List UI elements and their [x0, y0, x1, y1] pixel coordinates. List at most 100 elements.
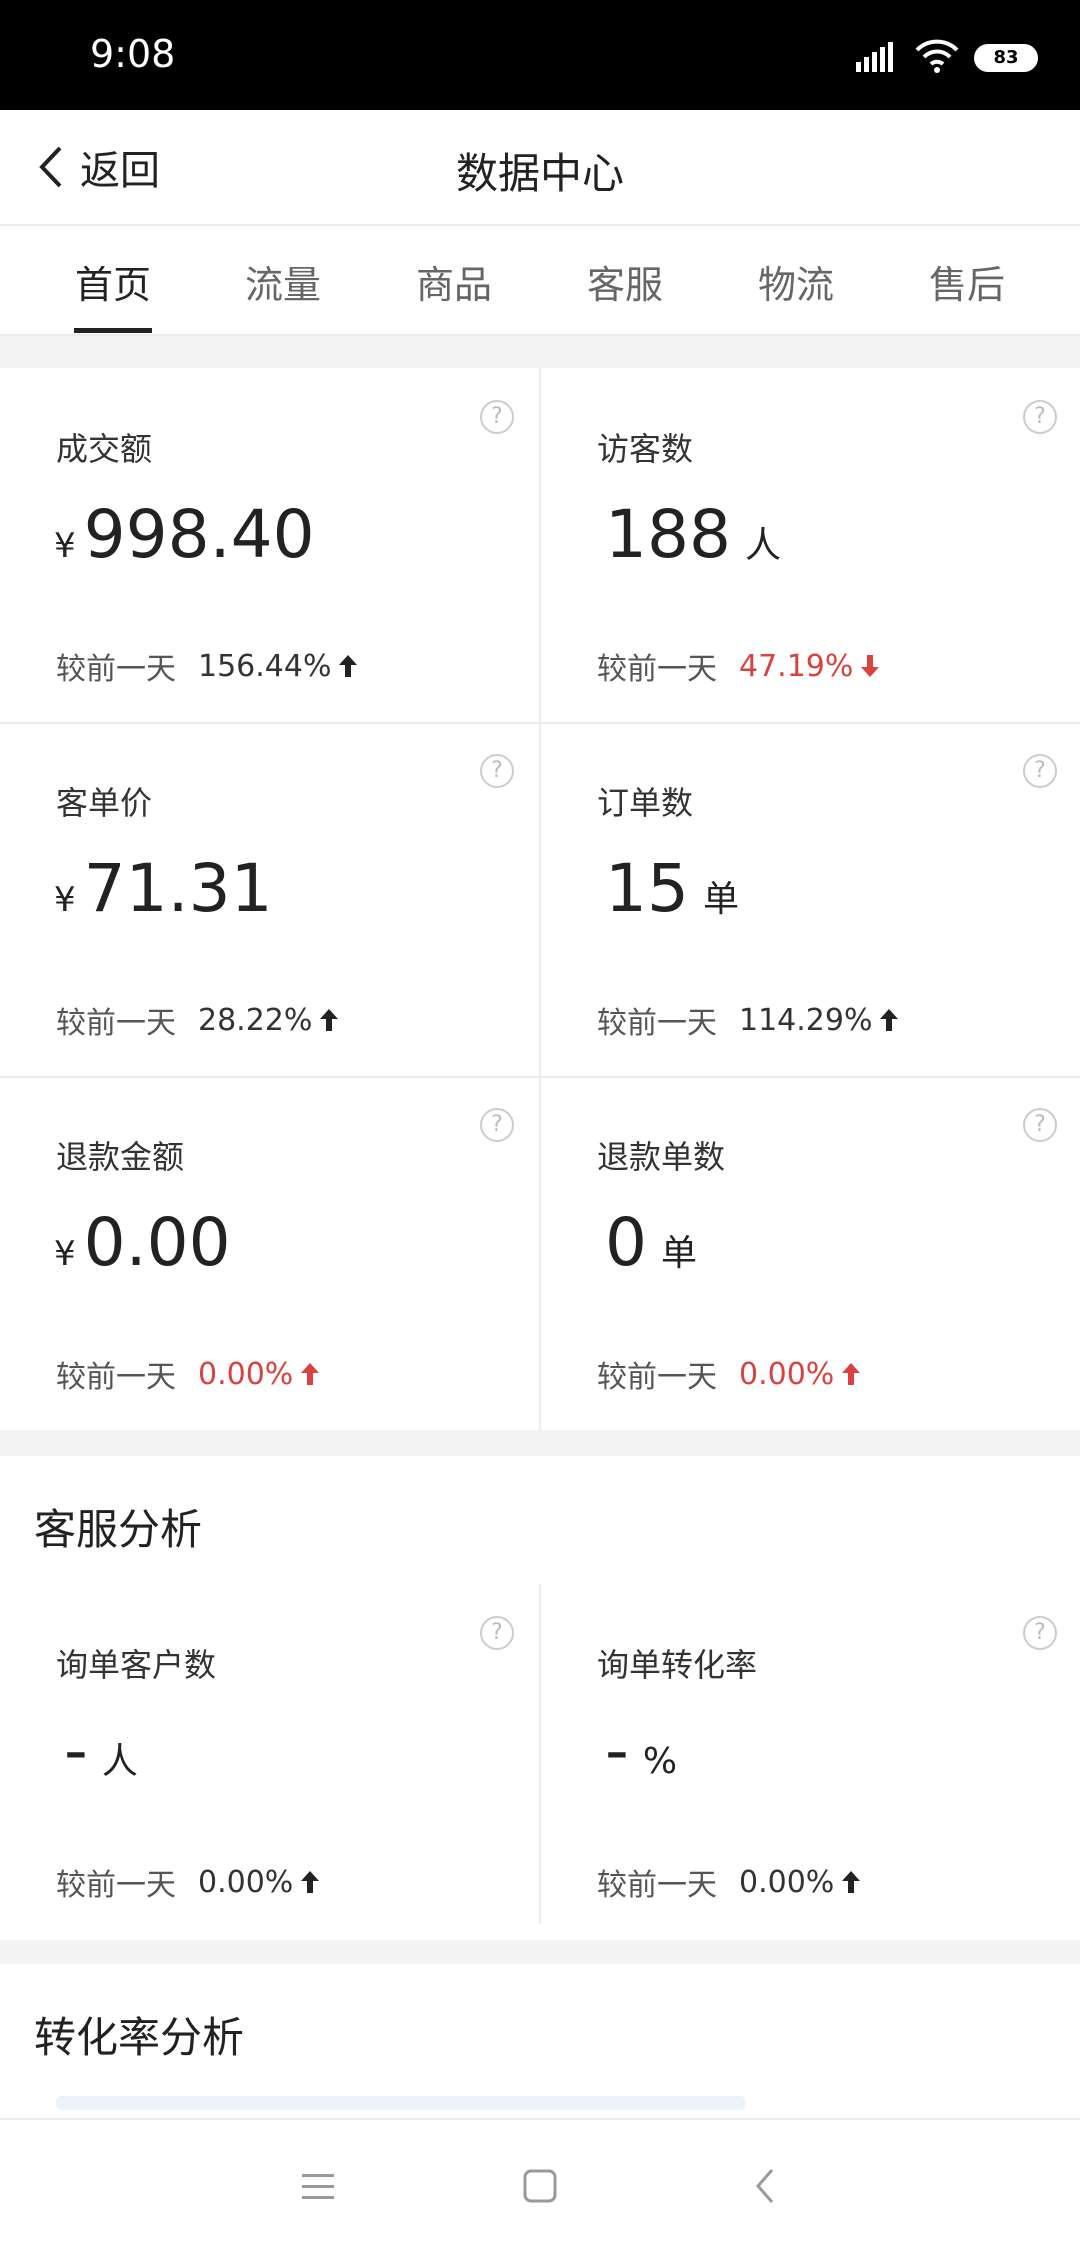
arrow-up-icon: [842, 1871, 861, 1893]
currency-symbol: ¥: [54, 1234, 76, 1274]
column-divider: [539, 1584, 541, 1924]
section-title: 转化率分析: [34, 2013, 245, 2062]
metric-label: 退款单数: [597, 1138, 726, 1176]
metric-unit: 人: [101, 1741, 138, 1782]
tab-bar: 首页 流量 商品 客服 物流 售后: [0, 226, 1080, 336]
system-nav-bar: [0, 2118, 1080, 2250]
metric-unit: %: [642, 1741, 678, 1782]
compare-row: 较前一天 47.19%: [597, 644, 881, 688]
metric-value: 15 单: [605, 850, 739, 930]
metric-value: 188 人: [605, 496, 781, 576]
metric-number: 71.31: [83, 850, 273, 927]
help-icon[interactable]: ?: [1023, 1108, 1057, 1142]
change-percent: 0.00%: [739, 1864, 835, 1900]
compare-label: 较前一天: [597, 652, 717, 687]
compare-row: 较前一天 0.00%: [56, 1860, 321, 1904]
compare-row: 较前一天 114.29%: [597, 998, 900, 1042]
metric-label: 访客数: [597, 430, 694, 468]
compare-label: 较前一天: [56, 652, 176, 687]
tab-after-sales[interactable]: 售后: [887, 254, 1047, 309]
metric-card: 退款单数? 0 单较前一天 0.00%: [541, 1076, 1080, 1430]
tab-home[interactable]: 首页: [33, 254, 193, 309]
metric-number: 0: [605, 1204, 647, 1281]
change-percent: 156.44%: [198, 648, 332, 684]
metric-unit: 单: [661, 1233, 698, 1274]
home-icon[interactable]: [510, 2156, 570, 2216]
status-time: 9:08: [90, 32, 176, 76]
change-percent: 0.00%: [739, 1356, 835, 1392]
change-percent: 114.29%: [739, 1002, 873, 1038]
service-section: 客服分析 询单客户数? - 人较前一天 0.00% 询单转化率? -% 较前一天 0.00%: [0, 1456, 1080, 1940]
currency-symbol: ¥: [54, 880, 76, 920]
help-icon[interactable]: ?: [480, 1616, 514, 1650]
metric-label: 客单价: [56, 784, 153, 822]
arrow-down-icon: [861, 655, 880, 677]
metric-card: 询单转化率? -% 较前一天 0.00%: [541, 1584, 1080, 1938]
tab-products[interactable]: 商品: [374, 254, 534, 309]
metric-value: ¥0.00: [54, 1204, 231, 1284]
help-icon[interactable]: ?: [1023, 400, 1057, 434]
arrow-up-icon: [301, 1871, 320, 1893]
back-nav-icon[interactable]: [736, 2156, 796, 2216]
conversion-section: 转化率分析: [0, 1964, 1080, 2118]
help-icon[interactable]: ?: [1023, 1616, 1057, 1650]
app-header: 返回 数据中心: [0, 110, 1080, 226]
metric-number: -: [605, 1712, 629, 1789]
arrow-up-icon: [880, 1009, 899, 1031]
compare-label: 较前一天: [56, 1868, 176, 1903]
metric-value: -%: [605, 1712, 677, 1792]
compare-label: 较前一天: [56, 1360, 176, 1395]
menu-icon[interactable]: [288, 2156, 348, 2216]
compare-row: 较前一天 28.22%: [56, 998, 340, 1042]
wifi-icon: [915, 39, 959, 73]
metric-card: 询单客户数? - 人较前一天 0.00%: [0, 1584, 539, 1938]
metric-card: 订单数? 15 单较前一天 114.29%: [541, 722, 1080, 1076]
metric-number: 188: [605, 496, 731, 573]
help-icon[interactable]: ?: [480, 400, 514, 434]
metric-card: 退款金额? ¥0.00 较前一天 0.00%: [0, 1076, 539, 1430]
metric-unit: 单: [702, 879, 739, 920]
page-title: 数据中心: [455, 149, 624, 198]
arrow-up-icon: [320, 1009, 339, 1031]
arrow-up-icon: [339, 655, 358, 677]
tab-logistics[interactable]: 物流: [716, 254, 876, 309]
metric-unit: 人: [744, 525, 781, 566]
section-title: 客服分析: [34, 1505, 203, 1554]
compare-label: 较前一天: [56, 1006, 176, 1041]
change-percent: 0.00%: [198, 1356, 294, 1392]
metric-label: 退款金额: [56, 1138, 185, 1176]
metric-label: 订单数: [597, 784, 694, 822]
metric-number: 0.00: [83, 1204, 231, 1281]
status-bar: 9:08 83: [0, 0, 1080, 110]
metric-value: ¥998.40: [54, 496, 315, 576]
signal-icon: [856, 42, 893, 72]
metric-label: 成交额: [56, 430, 153, 468]
arrow-up-icon: [842, 1363, 861, 1385]
metric-number: 15: [605, 850, 689, 927]
compare-row: 较前一天 0.00%: [56, 1352, 321, 1396]
metric-number: 998.40: [83, 496, 315, 573]
metric-card: 成交额? ¥998.40 较前一天 156.44%: [0, 368, 539, 722]
tab-traffic[interactable]: 流量: [203, 254, 363, 309]
chart-placeholder: [56, 2096, 746, 2110]
currency-symbol: ¥: [54, 526, 76, 566]
compare-label: 较前一天: [597, 1360, 717, 1395]
metric-value: ¥71.31: [54, 850, 273, 930]
compare-label: 较前一天: [597, 1868, 717, 1903]
compare-label: 较前一天: [597, 1006, 717, 1041]
row-divider: [0, 722, 1080, 724]
tab-service[interactable]: 客服: [545, 254, 705, 309]
compare-row: 较前一天 0.00%: [597, 1860, 862, 1904]
help-icon[interactable]: ?: [480, 1108, 514, 1142]
change-percent: 47.19%: [739, 648, 854, 684]
change-percent: 28.22%: [198, 1002, 313, 1038]
service-metrics: 询单客户数? - 人较前一天 0.00% 询单转化率? -% 较前一天 0.00%: [0, 1584, 1080, 1938]
metric-number: -: [64, 1712, 88, 1789]
compare-row: 较前一天 156.44%: [56, 644, 359, 688]
metric-label: 询单客户数: [56, 1646, 217, 1684]
help-icon[interactable]: ?: [480, 754, 514, 788]
metric-value: -人: [64, 1712, 138, 1792]
metric-value: 0单: [605, 1204, 697, 1284]
metrics-grid: 成交额? ¥998.40 较前一天 156.44% 访客数? 188 人较前一天 47.19%…: [0, 368, 1080, 1430]
help-icon[interactable]: ?: [1023, 754, 1057, 788]
